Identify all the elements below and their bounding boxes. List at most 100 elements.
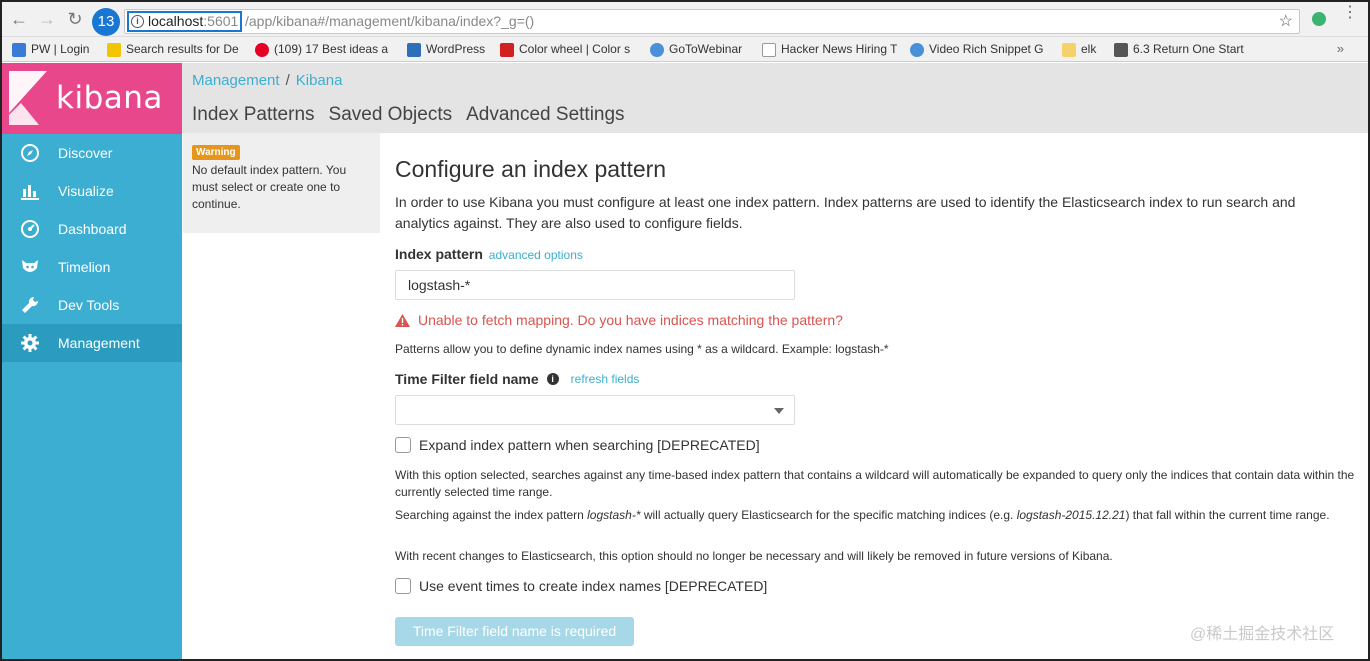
favicon-icon [107, 42, 121, 57]
favicon-icon [1062, 42, 1076, 57]
event-times-checkbox[interactable] [395, 578, 411, 594]
example-pattern: logstash-* [587, 508, 641, 522]
expand-index-pattern-row: Expand index pattern when searching [DEP… [395, 437, 760, 453]
expand-note-2-text: ) that fall within the current time rang… [1125, 508, 1330, 522]
forward-arrow-icon[interactable]: → [36, 8, 58, 30]
sidebar: kibana Discover Visualize Dashboard Time… [2, 63, 182, 659]
time-filter-select[interactable] [395, 395, 795, 425]
create-button-disabled[interactable]: Time Filter field name is required [395, 617, 634, 646]
bookmark-item[interactable]: (109) 17 Best ideas a [255, 41, 388, 58]
page-title: Configure an index pattern [395, 156, 667, 182]
warning-panel: Warning No default index pattern. You mu… [183, 133, 380, 233]
sidebar-item-visualize[interactable]: Visualize [2, 172, 182, 210]
favicon-icon [762, 42, 776, 57]
expand-note-2-text: Searching against the index pattern [395, 508, 588, 522]
browser-menu-icon[interactable]: ⋮ [1342, 5, 1358, 21]
favicon-icon [650, 42, 664, 57]
bookmark-label: Search results for De [126, 42, 239, 56]
bookmark-label: PW | Login [31, 42, 90, 56]
bookmark-label: WordPress [426, 42, 486, 56]
watermark: @稀土掘金技术社区 [1190, 626, 1335, 643]
bookmark-item[interactable]: WordPress [407, 41, 492, 58]
advanced-options-link[interactable]: advanced options [489, 248, 583, 262]
bar-chart-icon [19, 180, 41, 202]
bookmark-item[interactable]: Hacker News Hiring T [762, 41, 897, 58]
back-arrow-icon[interactable]: ← [8, 8, 30, 30]
gear-icon [19, 332, 41, 354]
url-host: localhost [148, 13, 204, 29]
browser-toolbar: ← → ↻ 13 i localhost:5601 /app/kibana#/m… [2, 2, 1368, 37]
favicon-icon [500, 42, 514, 57]
info-icon[interactable]: i [546, 373, 559, 385]
index-pattern-input[interactable]: logstash-* [395, 270, 795, 300]
index-pattern-label-row: Index pattern advanced options [395, 246, 583, 262]
bookmark-star-icon[interactable]: ☆ [1279, 10, 1293, 33]
event-times-row: Use event times to create index names [D… [395, 578, 767, 594]
bookmark-item[interactable]: Search results for De [107, 41, 242, 58]
warning-text: No default index pattern. You must selec… [192, 163, 347, 211]
event-times-label[interactable]: Use event times to create index names [D… [419, 578, 767, 594]
time-filter-label-row: Time Filter field name i refresh fields [395, 371, 639, 387]
pattern-help-text: Patterns allow you to define dynamic ind… [395, 342, 889, 356]
sidebar-item-label: Discover [58, 145, 113, 161]
bookmark-item[interactable]: Video Rich Snippet G [910, 41, 1050, 58]
address-bar[interactable]: i localhost:5601 /app/kibana#/management… [124, 9, 1300, 34]
url-host-highlight: i localhost:5601 [127, 11, 243, 32]
info-icon[interactable]: i [131, 15, 144, 28]
sidebar-item-dashboard[interactable]: Dashboard [2, 210, 182, 248]
bookmark-item[interactable]: 6.3 Return One Start [1114, 41, 1249, 58]
bookmarks-bar: PW | Login Search results for De (109) 1… [2, 37, 1368, 62]
expand-note-3: With recent changes to Elasticsearch, th… [395, 549, 1113, 563]
bookmark-label: Color wheel | Color s [519, 42, 631, 56]
intro-text: In order to use Kibana you must configur… [395, 194, 1296, 231]
compass-icon [19, 142, 41, 164]
bookmark-item[interactable]: Color wheel | Color s [500, 41, 637, 58]
sidebar-item-management[interactable]: Management [2, 324, 182, 362]
bookmark-label: Video Rich Snippet G [929, 42, 1044, 56]
bookmark-item[interactable]: elk [1062, 41, 1107, 58]
sidebar-item-discover[interactable]: Discover [2, 134, 182, 172]
favicon-icon [407, 42, 421, 57]
extension-icon[interactable] [1312, 12, 1326, 26]
expand-index-pattern-label[interactable]: Expand index pattern when searching [DEP… [419, 437, 760, 453]
reload-icon[interactable]: ↻ [64, 8, 86, 30]
refresh-fields-link[interactable]: refresh fields [571, 372, 640, 386]
url-path: /app/kibana#/management/kibana/index?_g=… [245, 13, 535, 29]
bookmarks-more-icon[interactable]: » [1337, 41, 1344, 56]
bookmark-item[interactable]: GoToWebinar [650, 41, 750, 58]
sidebar-item-label: Dev Tools [58, 297, 120, 313]
breadcrumb-separator: / [285, 72, 290, 89]
favicon-icon [12, 42, 26, 57]
dashboard-icon [19, 218, 41, 240]
step-badge: 13 [92, 8, 120, 36]
bookmark-item[interactable]: PW | Login [12, 41, 102, 58]
favicon-icon [1114, 42, 1128, 57]
tab-index-patterns[interactable]: Index Patterns [192, 104, 315, 126]
example-index: logstash-2015.12.21 [1016, 508, 1126, 522]
bookmark-label: (109) 17 Best ideas a [274, 42, 388, 56]
kibana-logo[interactable]: kibana [2, 63, 182, 134]
breadcrumb-kibana[interactable]: Kibana [296, 72, 343, 89]
warning-badge: Warning [192, 145, 240, 160]
favicon-icon [910, 42, 924, 57]
mapping-error: Unable to fetch mapping. Do you have ind… [395, 312, 843, 328]
management-tabs: Index Patterns Saved Objects Advanced Se… [192, 104, 625, 126]
time-filter-label: Time Filter field name [395, 371, 539, 387]
expand-note-2: Searching against the index pattern logs… [395, 507, 1355, 524]
breadcrumb: Management / Kibana [192, 72, 342, 89]
logo-text: kibana [56, 80, 163, 116]
url-port: :5601 [203, 13, 239, 29]
breadcrumb-management[interactable]: Management [192, 72, 280, 89]
chevron-down-icon [774, 408, 784, 414]
warning-triangle-icon [395, 313, 410, 327]
mapping-error-text: Unable to fetch mapping. Do you have ind… [418, 312, 843, 328]
wrench-icon [19, 294, 41, 316]
tab-saved-objects[interactable]: Saved Objects [329, 104, 453, 126]
expand-index-pattern-checkbox[interactable] [395, 437, 411, 453]
bookmark-label: 6.3 Return One Start [1133, 42, 1244, 56]
sidebar-item-label: Management [58, 335, 140, 351]
expand-note-2-text: will actually query Elasticsearch for th… [640, 508, 1017, 522]
sidebar-item-dev-tools[interactable]: Dev Tools [2, 286, 182, 324]
tab-advanced-settings[interactable]: Advanced Settings [466, 104, 624, 126]
sidebar-item-timelion[interactable]: Timelion [2, 248, 182, 286]
